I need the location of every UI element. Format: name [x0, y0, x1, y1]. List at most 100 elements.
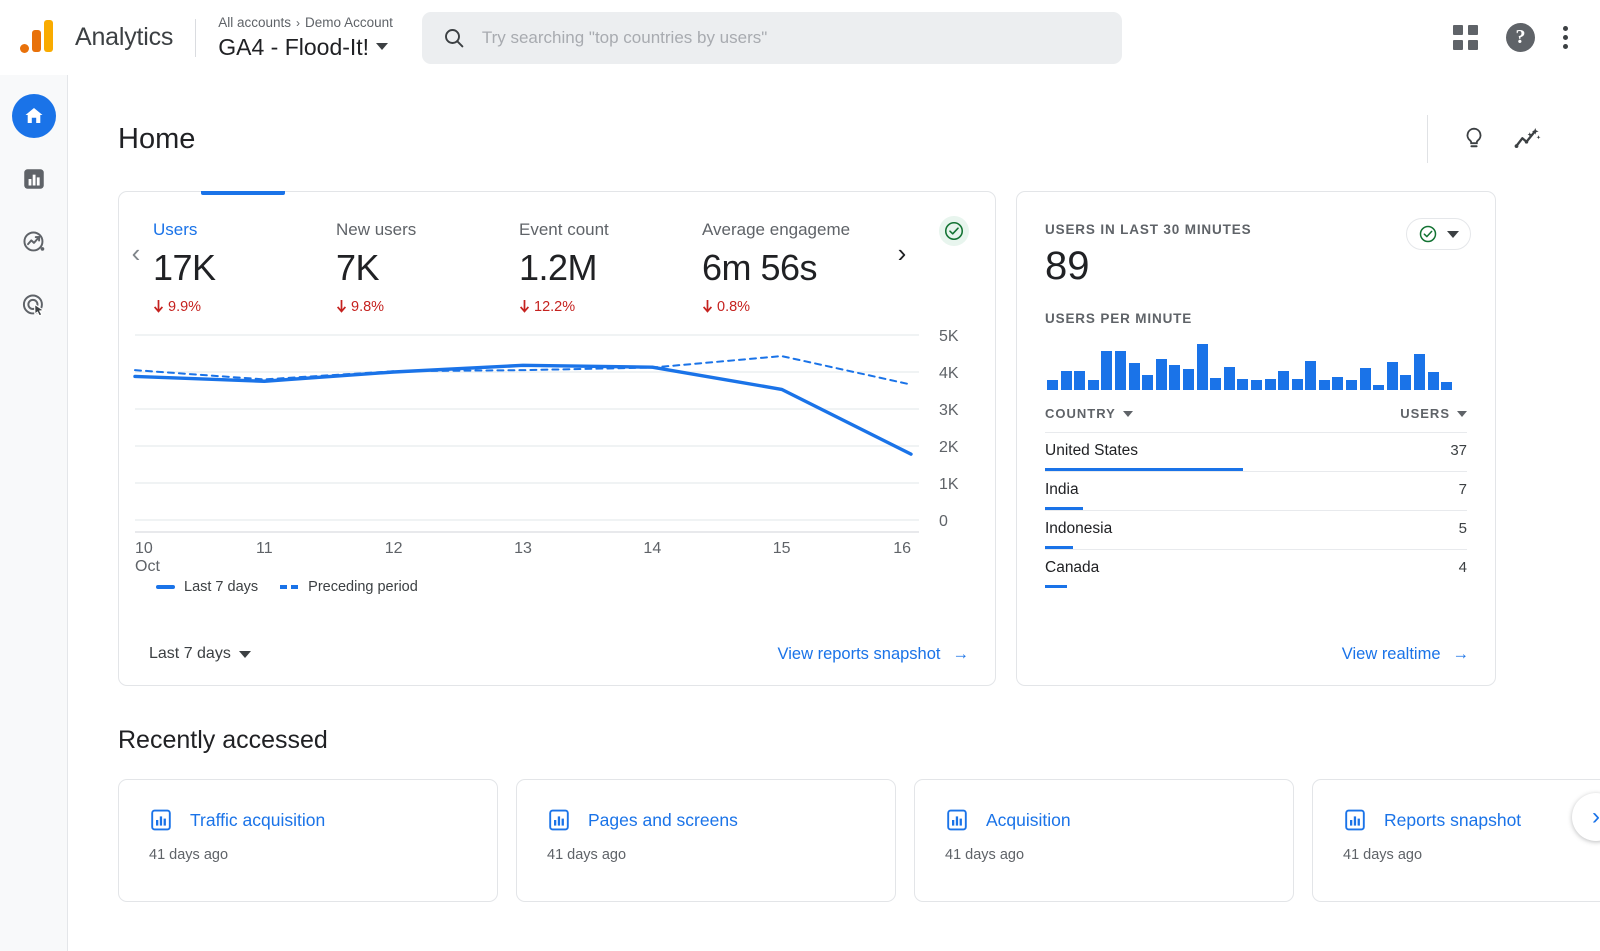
users-per-minute-bar [1047, 380, 1058, 390]
recent-card[interactable]: Acquisition 41 days ago [914, 779, 1294, 902]
metrics-next-button[interactable]: › [885, 220, 919, 269]
recent-card-title: Traffic acquisition [190, 809, 326, 830]
search-input[interactable]: Try searching "top countries by users" [421, 11, 1122, 64]
view-realtime-link[interactable]: View realtime → [1342, 645, 1469, 664]
metric-event-count[interactable]: Event count 1.2M 12.2% [519, 220, 702, 315]
breadcrumb: All accounts › Demo Account [218, 14, 393, 32]
data-freshness-status-badge[interactable] [939, 216, 969, 246]
more-options-icon[interactable] [1563, 26, 1568, 49]
link-label: View realtime [1341, 644, 1441, 663]
page-header: Home [68, 75, 1600, 163]
users-per-minute-bar [1169, 364, 1181, 390]
arrow-down-icon [336, 300, 347, 313]
table-row[interactable]: Indonesia 5 [1045, 510, 1467, 549]
property-name[interactable]: GA4 - Flood-It! [218, 32, 393, 62]
users-per-minute-bar [1142, 375, 1154, 390]
users-per-minute-bar [1278, 370, 1290, 390]
account-selector[interactable]: All accounts › Demo Account GA4 - Flood-… [218, 14, 393, 62]
link-label: View reports snapshot [777, 644, 941, 663]
recently-accessed-list: Traffic acquisition 41 days ago Pages and … [68, 755, 1600, 902]
sidebar-item-advertising[interactable] [12, 283, 56, 327]
column-header-users[interactable]: USERS [1400, 406, 1467, 421]
breadcrumb-all-accounts[interactable]: All accounts [218, 14, 291, 32]
recent-card-title: Acquisition [986, 809, 1071, 830]
users-per-minute-bar [1060, 370, 1072, 390]
sidebar-item-explore[interactable] [12, 220, 56, 264]
country-users-value: 5 [1458, 520, 1467, 537]
metric-new-users[interactable]: New users 7K 9.8% [336, 220, 519, 315]
arrow-down-icon [702, 300, 713, 313]
report-bar-chart-icon [1345, 809, 1365, 831]
sidebar-item-home[interactable] [11, 94, 56, 138]
metric-label: Average engageme [702, 220, 851, 239]
brand-name: Analytics [75, 23, 174, 51]
sidebar-item-reports[interactable] [12, 157, 56, 201]
metric-users[interactable]: Users 17K 9.9% [153, 220, 336, 315]
users-per-minute-bar [1101, 351, 1113, 390]
date-range-label: Last 7 days [149, 645, 231, 662]
apps-grid-icon[interactable] [1453, 25, 1478, 50]
users-trend-chart: 0 1K 2K 3K 4K 5K 10 11 12 13 14 15 16 Oct [119, 325, 995, 575]
chevron-down-icon [1457, 410, 1467, 417]
metric-delta-value: 9.8% [351, 299, 385, 315]
arrow-right-icon: → [1452, 644, 1470, 663]
check-circle-icon [944, 221, 964, 241]
table-row[interactable]: India 7 [1045, 471, 1467, 510]
metric-delta-value: 12.2% [534, 299, 576, 315]
metric-label: Users [153, 220, 198, 239]
users-per-minute-bar [1182, 369, 1194, 390]
top-bar-actions: ? [1453, 23, 1600, 52]
recent-card-time: 41 days ago [945, 847, 1025, 863]
overview-card: ‹ Users 17K 9.9% New users 7K 9.8% Event… [118, 191, 996, 686]
users-per-minute-bar [1250, 380, 1262, 390]
view-reports-snapshot-link[interactable]: View reports snapshot → [778, 645, 969, 664]
svg-text:14: 14 [643, 540, 661, 557]
country-name: United States [1045, 442, 1139, 459]
breadcrumb-demo-account[interactable]: Demo Account [305, 14, 393, 32]
metric-value: 1.2M [519, 247, 598, 288]
realtime-body: USERS IN LAST 30 MINUTES 89 USERS PER MI… [1017, 192, 1495, 588]
metric-value: 17K [153, 247, 216, 288]
google-analytics-logo-icon [18, 18, 58, 58]
metrics-prev-button[interactable]: ‹ [119, 220, 153, 269]
breadcrumb-separator-icon: › [296, 15, 301, 30]
legend-solid-swatch [156, 585, 175, 589]
recent-card[interactable]: Reports snapshot 41 days ago [1312, 779, 1600, 902]
brand-divider [195, 18, 197, 57]
analytics-intelligence-sparkle-icon[interactable] [1512, 124, 1542, 154]
table-header-row: COUNTRY USERS [1045, 406, 1467, 432]
search-icon [444, 28, 464, 47]
arrow-right-icon: → [952, 644, 970, 663]
date-range-selector[interactable]: Last 7 days [149, 645, 251, 663]
chevron-down-icon [1447, 230, 1459, 238]
column-header-country[interactable]: COUNTRY [1045, 406, 1133, 421]
svg-text:0: 0 [939, 513, 948, 530]
svg-text:15: 15 [773, 540, 791, 557]
svg-text:11: 11 [256, 540, 273, 557]
report-bar-chart-icon [947, 809, 967, 831]
table-row[interactable]: Canada 4 [1045, 549, 1467, 588]
chevron-down-icon [238, 650, 251, 658]
recent-card[interactable]: Pages and screens 41 days ago [516, 779, 896, 902]
metric-average-engagement[interactable]: Average engageme 6m 56s 0.8% [702, 220, 885, 315]
realtime-status-chip[interactable] [1406, 218, 1471, 250]
users-per-minute-bar [1291, 379, 1303, 390]
header-divider [1427, 115, 1428, 163]
table-row[interactable]: United States 37 [1045, 432, 1467, 471]
users-per-minute-bar [1441, 381, 1453, 390]
recent-card-head: Traffic acquisition [149, 808, 497, 832]
advertising-target-icon [22, 294, 45, 317]
recent-card-title: Pages and screens [588, 809, 738, 830]
recently-accessed-title: Recently accessed [118, 726, 328, 754]
top-app-bar: Analytics All accounts › Demo Account GA… [0, 0, 1600, 75]
chevron-down-icon [376, 43, 389, 50]
svg-text:10: 10 [135, 540, 153, 557]
country-users-value: 4 [1458, 559, 1467, 576]
check-circle-icon [1419, 225, 1437, 243]
arrow-down-icon [153, 300, 164, 313]
users-per-minute-bar [1305, 360, 1317, 390]
recent-card[interactable]: Traffic acquisition 41 days ago [118, 779, 498, 902]
insights-lightbulb-icon[interactable] [1460, 125, 1488, 153]
help-icon[interactable]: ? [1506, 23, 1535, 52]
report-bar-chart-icon [151, 809, 171, 831]
